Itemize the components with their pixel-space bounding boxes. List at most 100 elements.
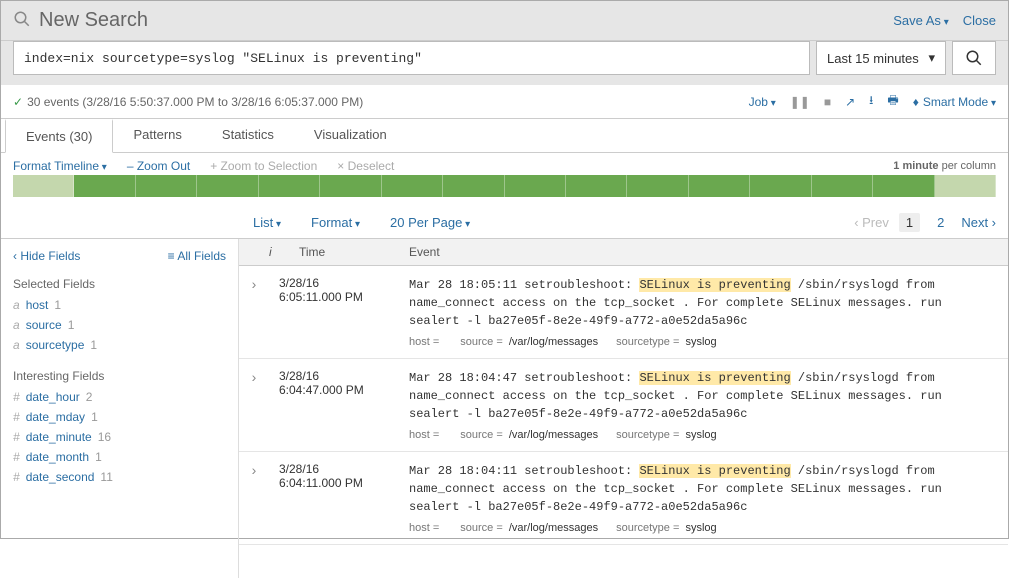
bulb-icon: ♦	[913, 95, 919, 109]
field-name[interactable]: sourcetype	[26, 338, 85, 352]
prev-page: ‹ Prev	[854, 215, 889, 230]
header-left: New Search	[13, 9, 148, 32]
timeline-bar[interactable]	[320, 175, 381, 197]
field-name[interactable]: date_minute	[26, 430, 92, 444]
meta-sourcetype[interactable]: sourcetype = syslog	[616, 429, 717, 441]
field-type: a	[13, 318, 20, 332]
per-page-menu[interactable]: 20 Per Page	[390, 215, 470, 230]
download-icon[interactable]: ⭳	[869, 91, 873, 112]
meta-sourcetype[interactable]: sourcetype = syslog	[616, 336, 717, 348]
timeline-bar[interactable]	[505, 175, 566, 197]
expand-row-icon[interactable]	[239, 359, 269, 451]
event-message[interactable]: Mar 28 18:04:47 setroubleshoot: SELinux …	[409, 369, 998, 423]
expand-row-icon[interactable]	[239, 452, 269, 544]
tab-statistics[interactable]: Statistics	[202, 119, 294, 152]
search-bar: Last 15 minutes ▾	[1, 41, 1008, 85]
pause-icon[interactable]: ❚❚	[790, 95, 810, 109]
status-text: 30 events (3/28/16 5:50:37.000 PM to 3/2…	[27, 95, 363, 109]
header-bar: New Search Save As Close	[1, 1, 1008, 41]
meta-source[interactable]: source = /var/log/messages	[460, 522, 598, 534]
field-count: 1	[90, 338, 97, 352]
meta-host[interactable]: host =	[409, 336, 442, 348]
field-name[interactable]: host	[26, 298, 49, 312]
timeline-scale: 1 minute per column	[893, 160, 996, 172]
field-row[interactable]: asourcetype1	[13, 335, 226, 355]
timeline-bar[interactable]	[812, 175, 873, 197]
hide-fields-link[interactable]: ‹ Hide Fields	[13, 249, 80, 263]
field-name[interactable]: date_hour	[26, 390, 80, 404]
event-message[interactable]: Mar 28 18:04:11 setroubleshoot: SELinux …	[409, 462, 998, 516]
field-row[interactable]: #date_hour2	[13, 387, 226, 407]
close-button[interactable]: Close	[963, 13, 996, 28]
timeline-bar[interactable]	[74, 175, 135, 197]
selected-fields-title: Selected Fields	[13, 277, 226, 291]
tab-visualization[interactable]: Visualization	[294, 119, 407, 152]
field-count: 1	[54, 298, 61, 312]
tab-events[interactable]: Events (30)	[5, 119, 113, 153]
meta-host[interactable]: host =	[409, 522, 442, 534]
meta-host[interactable]: host =	[409, 429, 442, 441]
timeline-bar[interactable]	[566, 175, 627, 197]
timeline-bar[interactable]	[197, 175, 258, 197]
timeline-chart[interactable]	[1, 175, 1008, 207]
stop-icon[interactable]: ■	[824, 95, 831, 109]
chevron-down-icon: ▾	[928, 50, 935, 66]
print-icon[interactable]: 🖶	[887, 91, 898, 112]
field-row[interactable]: #date_month1	[13, 447, 226, 467]
field-row[interactable]: #date_second11	[13, 467, 226, 487]
meta-source[interactable]: source = /var/log/messages	[460, 336, 598, 348]
meta-sourcetype[interactable]: sourcetype = syslog	[616, 522, 717, 534]
format-timeline-menu[interactable]: Format Timeline	[13, 159, 107, 173]
event-time: 3/28/166:04:47.000 PM	[269, 359, 399, 451]
timeline-bar[interactable]	[136, 175, 197, 197]
page-2[interactable]: 2	[930, 213, 951, 232]
field-row[interactable]: ahost 1	[13, 295, 226, 315]
field-row[interactable]: #date_mday1	[13, 407, 226, 427]
field-name[interactable]: date_second	[26, 470, 95, 484]
event-row: 3/28/166:04:11.000 PMMar 28 18:04:11 set…	[239, 452, 1008, 545]
event-message[interactable]: Mar 28 18:05:11 setroubleshoot: SELinux …	[409, 276, 998, 330]
field-type: a	[13, 298, 20, 312]
col-time[interactable]: Time	[289, 239, 399, 265]
field-name[interactable]: source	[26, 318, 62, 332]
timeline-bar[interactable]	[382, 175, 443, 197]
share-icon[interactable]: ↗	[845, 95, 855, 109]
search-mode-menu[interactable]: ♦ Smart Mode	[913, 95, 996, 109]
timeline-bar[interactable]	[750, 175, 811, 197]
field-row[interactable]: #date_minute16	[13, 427, 226, 447]
page-title: New Search	[39, 9, 148, 32]
deselect-button: × Deselect	[337, 159, 394, 173]
search-button[interactable]	[952, 41, 996, 75]
event-body: Mar 28 18:04:11 setroubleshoot: SELinux …	[399, 452, 1008, 544]
timeline-bar[interactable]	[13, 175, 74, 197]
all-fields-link[interactable]: ≡ All Fields	[168, 249, 226, 263]
event-meta: host = source = /var/log/messages sourcet…	[409, 429, 998, 441]
main-content: ‹ Hide Fields ≡ All Fields Selected Fiel…	[1, 238, 1008, 578]
timeline-bar[interactable]	[935, 175, 996, 197]
tab-patterns[interactable]: Patterns	[113, 119, 201, 152]
expand-row-icon[interactable]	[239, 266, 269, 358]
list-mode-menu[interactable]: List	[253, 215, 281, 230]
field-name[interactable]: date_month	[26, 450, 89, 464]
timeline-bar[interactable]	[689, 175, 750, 197]
timeline-bar[interactable]	[873, 175, 934, 197]
save-as-button[interactable]: Save As	[893, 13, 949, 28]
event-body: Mar 28 18:05:11 setroubleshoot: SELinux …	[399, 266, 1008, 358]
job-menu[interactable]: Job	[749, 95, 776, 109]
zoom-to-selection-button: + Zoom to Selection	[210, 159, 317, 173]
search-input[interactable]	[13, 41, 810, 75]
zoom-out-button[interactable]: – Zoom Out	[127, 159, 190, 173]
timeline-bar[interactable]	[259, 175, 320, 197]
list-controls: List Format 20 Per Page ‹ Prev 1 2 Next …	[1, 207, 1008, 238]
result-tabs: Events (30) Patterns Statistics Visualiz…	[1, 119, 1008, 153]
meta-source[interactable]: source = /var/log/messages	[460, 429, 598, 441]
page-1[interactable]: 1	[899, 213, 920, 232]
next-page[interactable]: Next ›	[961, 215, 996, 230]
field-row[interactable]: asource1	[13, 315, 226, 335]
time-range-picker[interactable]: Last 15 minutes ▾	[816, 41, 946, 75]
timeline-bar[interactable]	[443, 175, 504, 197]
format-menu[interactable]: Format	[311, 215, 360, 230]
field-name[interactable]: date_mday	[26, 410, 85, 424]
timeline-bar[interactable]	[627, 175, 688, 197]
col-info[interactable]: i	[269, 239, 289, 265]
